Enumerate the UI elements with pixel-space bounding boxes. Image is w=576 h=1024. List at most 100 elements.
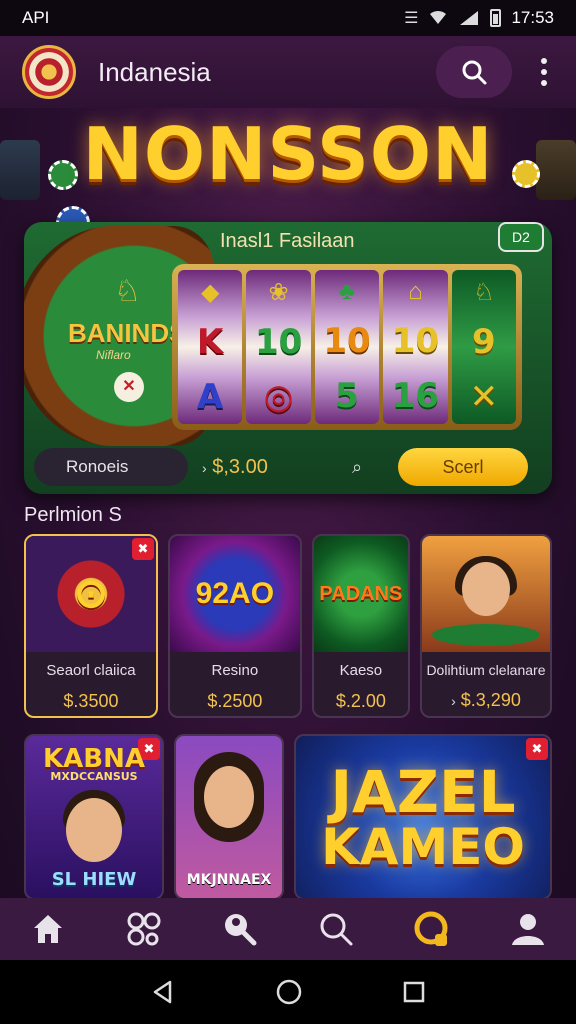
card-name: Kaeso <box>339 662 383 679</box>
search-profile-icon <box>225 914 257 946</box>
home-circle-icon[interactable] <box>275 978 303 1006</box>
temple-icon: ⌂ <box>408 277 423 305</box>
tile-subtitle: KAMEO <box>321 818 525 876</box>
panel-title: Inasl1 Fasilaan <box>220 230 355 252</box>
reel-3: ♣ 10 5 <box>314 270 380 424</box>
card-name: Seaorl claiica <box>46 662 136 679</box>
promo-input[interactable]: Ronoeis <box>34 448 188 486</box>
card-art-label: PADANS <box>319 582 403 605</box>
game-card[interactable]: ⊙ ✖ Seaorl claiica $.3500 <box>24 534 158 718</box>
card-price: $.3500 <box>63 691 119 711</box>
roulette-logo-icon[interactable] <box>22 45 76 99</box>
card-art: ⊙ ✖ <box>26 536 156 652</box>
tile-caption: SL HIEW <box>51 869 137 890</box>
game-card[interactable]: 92AO Resino $.2500 <box>167 534 302 718</box>
card-name: Resino <box>211 662 259 679</box>
reel-symbol: 16 <box>391 376 440 417</box>
card-price: $.2500 <box>207 691 263 711</box>
game-card[interactable]: PADANS Kaeso $.2.00 <box>311 534 410 718</box>
hero-price-value: $,3.00 <box>212 455 268 478</box>
status-icons: ☰ 17:53 <box>404 8 554 28</box>
nav-home[interactable] <box>18 905 78 953</box>
card-art: PADANS <box>313 536 408 652</box>
hero-title: NONSSON <box>82 112 494 196</box>
status-bar: API ☰ 17:53 <box>0 0 576 36</box>
host-avatar <box>66 798 122 862</box>
bull-icon: ♘ <box>114 275 141 308</box>
reel-symbol: ✕ <box>469 376 499 417</box>
promo-tile[interactable]: MKJNNAEX <box>174 734 284 900</box>
wheel-sublabel: Niflaro <box>96 348 131 362</box>
bull-icon: ♘ <box>473 278 495 306</box>
section-title: Perlmion S <box>24 504 122 526</box>
search-icon <box>320 913 353 946</box>
search-icon[interactable]: ⌕ <box>342 457 372 478</box>
wifi-icon <box>430 10 447 24</box>
game-card[interactable]: Dolihtium clelanare › $.3,290 <box>419 534 552 718</box>
nav-search[interactable] <box>306 905 366 953</box>
card-art <box>421 536 550 652</box>
card-art-label: 92AO <box>195 577 275 610</box>
start-button[interactable]: Scerl <box>398 448 528 486</box>
card-name: Dolihtium clelanare <box>426 662 546 678</box>
currency-arrow-icon: › <box>451 693 456 709</box>
wheel-x-icon: ✕ <box>114 372 144 402</box>
slot-reels: ◆ K A ❀ 10 ◎ ♣ 10 5 ⌂ 10 16 ♘ 9 ✕ <box>172 264 522 430</box>
back-icon[interactable] <box>150 979 176 1005</box>
promo-tiles: ✖ KABNA MXDCCANSUS SL HIEW MKJNNAEX ✖ JA… <box>24 734 552 900</box>
reel-symbol: K <box>197 321 224 362</box>
signal-icon <box>460 11 479 25</box>
recents-icon[interactable] <box>402 980 426 1004</box>
reel-2: ❀ 10 ◎ <box>246 270 311 424</box>
card-table <box>431 624 540 646</box>
reel-symbol: 5 <box>335 376 359 417</box>
tile-subtitle: MXDCCANSUS <box>50 770 138 783</box>
reel-symbol: 10 <box>254 321 303 362</box>
card-price: $.2.00 <box>335 691 386 711</box>
reel-5: ♘ 9 ✕ <box>451 270 517 424</box>
card-art: 92AO <box>169 536 300 652</box>
search-icon <box>462 60 487 85</box>
promo-tile[interactable]: ✖ JAZEL KAMEO <box>294 734 552 900</box>
favorite-badge-icon: ✖ <box>526 738 548 760</box>
nav-games[interactable] <box>114 905 174 953</box>
system-nav-bar <box>0 960 576 1024</box>
hero-price: › $,3.00 <box>202 456 342 479</box>
host-avatar <box>204 766 254 828</box>
card-price-value: $.3,290 <box>460 690 521 710</box>
game-cards: ⊙ ✖ Seaorl claiica $.3500 92AO Resino $.… <box>24 534 552 718</box>
games-icon <box>127 912 161 946</box>
nav-search-profile[interactable] <box>210 905 270 953</box>
app-bar: Indanesia <box>0 36 576 108</box>
battery-icon <box>490 9 502 27</box>
reel-symbol: 9 <box>471 321 496 362</box>
reel-symbol: A <box>197 376 224 417</box>
app-screen: API ☰ 17:53 Indanesia NONSSON ♘ BANINDS … <box>0 0 576 1024</box>
card-price: › $.3,290 <box>422 690 550 711</box>
reel-4: ⌂ 10 16 <box>383 270 448 424</box>
clover-icon: ♣ <box>339 277 355 305</box>
account-icon <box>512 914 544 945</box>
roulette-icon: ⊙ <box>74 572 108 616</box>
wheel-label: BANINDS <box>68 318 187 348</box>
panel-badge: D2 <box>498 222 544 252</box>
tile-caption: MKJNNAEX <box>186 872 272 888</box>
hero-bar: Ronoeis › $,3.00 ⌕ Scerl <box>24 444 552 490</box>
vibrate-icon: ☰ <box>404 10 419 27</box>
currency-arrow-icon: › <box>202 459 207 476</box>
nav-account[interactable] <box>498 905 558 953</box>
reel-symbol: 10 <box>391 320 440 361</box>
promo-tile[interactable]: ✖ KABNA MXDCCANSUS SL HIEW <box>24 734 164 900</box>
reel-1: ◆ K A <box>178 270 243 424</box>
kebab-menu-icon[interactable] <box>534 58 554 86</box>
bottom-nav <box>0 898 576 960</box>
reel-symbol: ◎ <box>263 376 294 417</box>
gem-icon: ◆ <box>200 278 220 306</box>
dealer-avatar <box>461 562 510 616</box>
tile-title: JAZEL <box>330 758 516 826</box>
search-button[interactable] <box>436 46 512 98</box>
home-icon <box>34 915 62 943</box>
nav-rewards[interactable] <box>402 905 462 953</box>
clock: 17:53 <box>511 8 554 27</box>
carrier-label: API <box>22 8 50 27</box>
